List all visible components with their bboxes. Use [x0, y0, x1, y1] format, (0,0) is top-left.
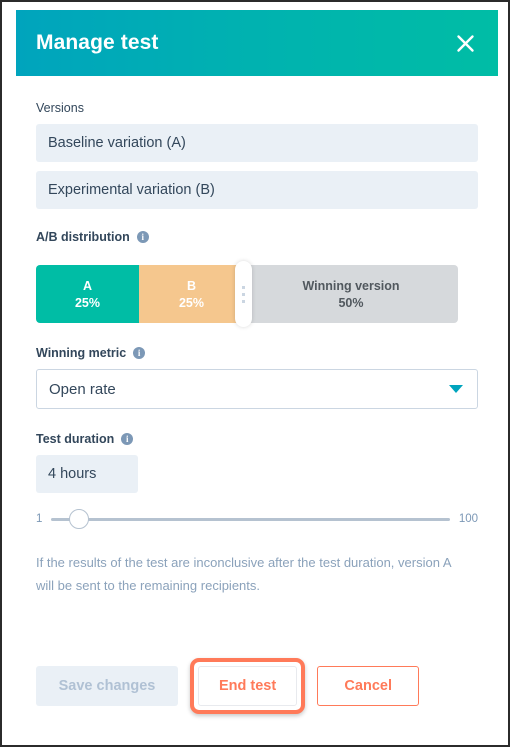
modal-header: Manage test	[16, 10, 498, 76]
helper-text: If the results of the test are inconclus…	[36, 555, 451, 593]
info-icon[interactable]: i	[133, 347, 146, 359]
version-a-input[interactable]: Baseline variation (A)	[36, 124, 478, 162]
distribution-label: A/B distribution i	[36, 229, 478, 245]
slider-track-wrap[interactable]	[51, 509, 450, 529]
winning-metric-value: Open rate	[49, 380, 116, 398]
winning-metric-label: Winning metric i	[36, 345, 478, 361]
save-changes-label: Save changes	[58, 678, 156, 694]
winning-metric-label-text: Winning metric	[36, 346, 127, 360]
test-duration-label: Test duration i	[36, 431, 478, 447]
ab-distribution-slider[interactable]: A 25% B 25% Winning version 50%	[36, 261, 478, 327]
slider-max-label: 100	[458, 513, 478, 525]
save-changes-button: Save changes	[36, 666, 178, 706]
drag-handle-icon[interactable]	[235, 261, 252, 327]
version-b-input[interactable]: Experimental variation (B)	[36, 171, 478, 209]
cancel-label: Cancel	[344, 678, 392, 694]
end-test-label: End test	[219, 678, 277, 694]
test-duration-value: 4 hours	[48, 466, 97, 482]
slider-track	[51, 517, 450, 521]
segment-a-percent: 25%	[74, 295, 101, 310]
test-duration-slider[interactable]: 1 100	[36, 509, 478, 529]
end-test-button[interactable]: End test	[198, 666, 298, 706]
version-b-value: Experimental variation (B)	[48, 182, 215, 198]
info-icon[interactable]: i	[121, 433, 134, 445]
end-test-highlight: End test	[190, 658, 306, 714]
cancel-button[interactable]: Cancel	[317, 666, 420, 706]
versions-label-text: Versions	[36, 101, 84, 115]
distribution-segment-b[interactable]: B 25%	[139, 265, 244, 323]
segment-winning-percent: 50%	[338, 295, 364, 310]
segment-a-name: A	[82, 278, 93, 293]
segment-b-percent: 25%	[178, 295, 205, 310]
screenshot-root: Manage test Versions Baseline variation …	[0, 0, 510, 747]
versions-label: Versions	[36, 100, 478, 116]
chevron-down-icon	[449, 385, 463, 393]
winning-metric-select[interactable]: Open rate	[36, 369, 478, 409]
version-a-value: Baseline variation (A)	[48, 135, 186, 151]
manage-test-modal: Manage test Versions Baseline variation …	[16, 10, 498, 734]
distribution-label-text: A/B distribution	[36, 230, 130, 244]
info-icon[interactable]: i	[136, 231, 149, 243]
page-title: Manage test	[36, 31, 159, 54]
close-icon[interactable]	[450, 28, 480, 58]
segment-b-name: B	[186, 278, 197, 293]
slider-min-label: 1	[36, 513, 43, 525]
modal-footer: Save changes End test Cancel	[36, 658, 420, 714]
slider-thumb[interactable]	[69, 509, 90, 529]
test-duration-label-text: Test duration	[36, 432, 115, 446]
test-duration-input[interactable]: 4 hours	[36, 455, 138, 493]
distribution-segment-a[interactable]: A 25%	[36, 265, 139, 323]
distribution-segment-winning[interactable]: Winning version 50%	[244, 265, 458, 323]
segment-winning-name: Winning version	[302, 278, 400, 293]
modal-body: Versions Baseline variation (A) Experime…	[16, 76, 498, 734]
